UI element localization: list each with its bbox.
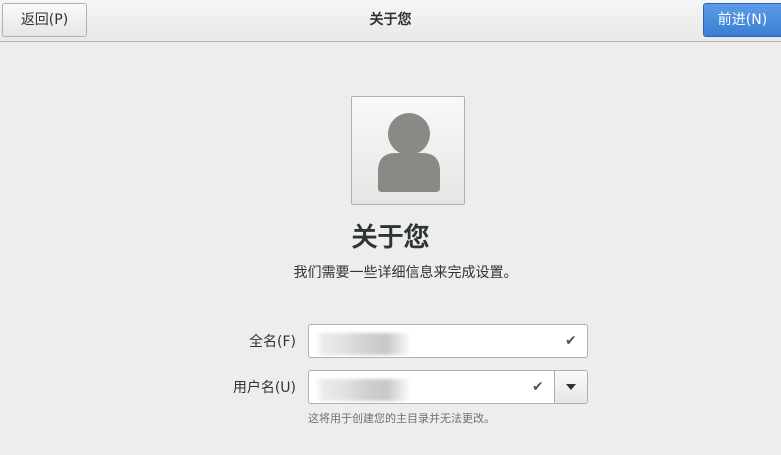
back-button[interactable]: 返回(P)	[2, 3, 87, 37]
chevron-down-icon	[566, 384, 576, 390]
page-subtitle: 我们需要一些详细信息来完成设置。	[293, 265, 518, 281]
username-dropdown-button[interactable]	[555, 371, 587, 403]
username-hint: 这将用于创建您的主目录并无法更改。	[308, 412, 495, 425]
next-button[interactable]: 前进(N)	[703, 3, 781, 37]
fullname-field[interactable]: ✔	[308, 324, 588, 358]
page-heading: 关于您	[351, 223, 430, 253]
username-label: 用户名(U)	[232, 380, 296, 396]
checkmark-icon: ✔	[532, 379, 544, 395]
header-title: 关于您	[369, 12, 412, 28]
header-bar: 返回(P) 关于您 前进(N)	[0, 0, 781, 42]
username-input[interactable]	[315, 375, 549, 401]
user-avatar-icon	[378, 113, 440, 192]
fullname-label: 全名(F)	[249, 334, 296, 350]
avatar-button[interactable]	[351, 96, 465, 205]
fullname-input[interactable]	[315, 329, 549, 355]
checkmark-icon: ✔	[565, 333, 577, 349]
username-combo[interactable]: ✔	[308, 370, 588, 404]
